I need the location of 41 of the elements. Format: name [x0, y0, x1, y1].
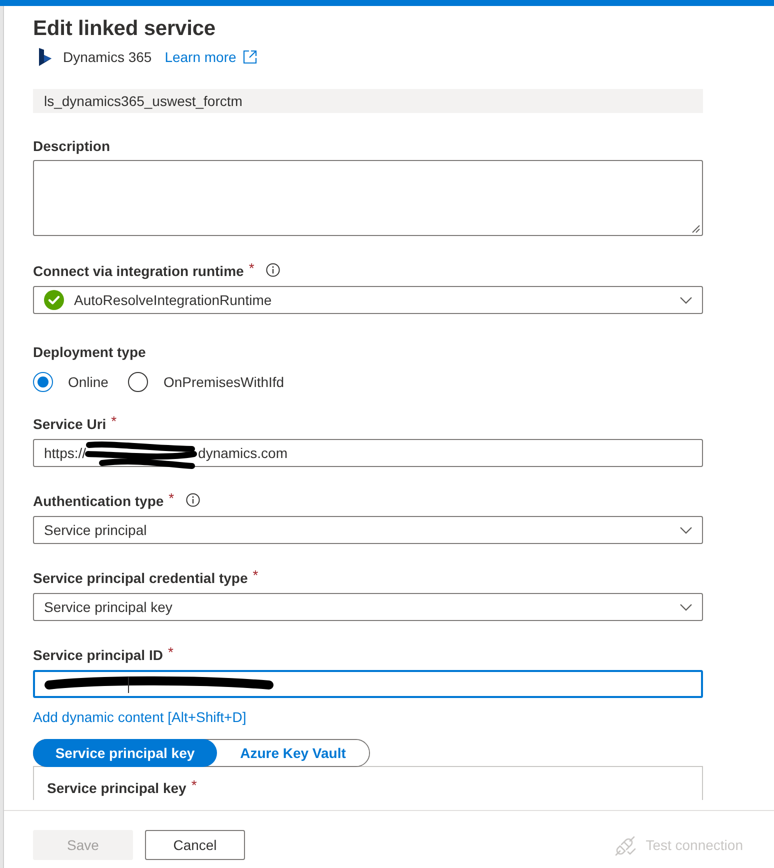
field-label: Description: [33, 137, 110, 156]
description-field[interactable]: [33, 160, 703, 236]
dropdown-field[interactable]: Service principal: [33, 516, 703, 544]
field-label: Service principal key: [47, 779, 186, 798]
info-icon[interactable]: [186, 492, 200, 506]
add-dynamic-content-link[interactable]: Add dynamic content [Alt+Shift+D]: [33, 707, 246, 727]
required-asterisk: *: [191, 776, 197, 795]
panel-title: Edit linked service: [33, 16, 216, 42]
learn-more-link[interactable]: Learn more: [164, 47, 236, 67]
toggle-option[interactable]: Service principal key: [33, 739, 217, 767]
connector-name: Dynamics 365: [63, 48, 152, 67]
chevron-down-icon: [680, 526, 692, 534]
plug-icon: [614, 834, 636, 856]
text-cursor: [128, 677, 129, 693]
radio-label: OnPremisesWithIfd: [163, 373, 284, 392]
required-asterisk: *: [111, 412, 117, 431]
field-label: Service principal ID: [33, 646, 163, 665]
connector-logo-icon: [38, 48, 52, 66]
chevron-down-icon: [680, 296, 692, 304]
info-icon[interactable]: [266, 262, 280, 276]
text-field[interactable]: [33, 670, 703, 698]
required-asterisk: *: [248, 259, 254, 278]
resize-grip-icon[interactable]: [692, 225, 700, 233]
chevron-down-icon: [680, 604, 692, 610]
radio-button[interactable]: [33, 372, 53, 392]
cancel-button[interactable]: Cancel: [145, 830, 245, 860]
required-asterisk: *: [168, 489, 174, 508]
field-label: Deployment type: [33, 343, 146, 362]
radio-button[interactable]: [128, 372, 148, 392]
required-asterisk: *: [168, 643, 174, 662]
required-asterisk: *: [252, 566, 258, 585]
dropdown-field[interactable]: AutoResolveIntegrationRuntime: [33, 286, 703, 314]
text-field[interactable]: https:// dynamics.com: [33, 439, 703, 467]
dropdown-field[interactable]: Service principal key: [33, 593, 703, 621]
field-label: Connect via integration runtime: [33, 262, 244, 281]
field-label: Service Uri: [33, 415, 106, 434]
external-link-icon[interactable]: [243, 50, 258, 64]
name-field[interactable]: ls_dynamics365_uswest_forctm: [33, 89, 703, 113]
radio-label: Online: [68, 373, 108, 392]
field-label: Service principal credential type: [33, 569, 248, 588]
field-label: Authentication type: [33, 492, 164, 511]
